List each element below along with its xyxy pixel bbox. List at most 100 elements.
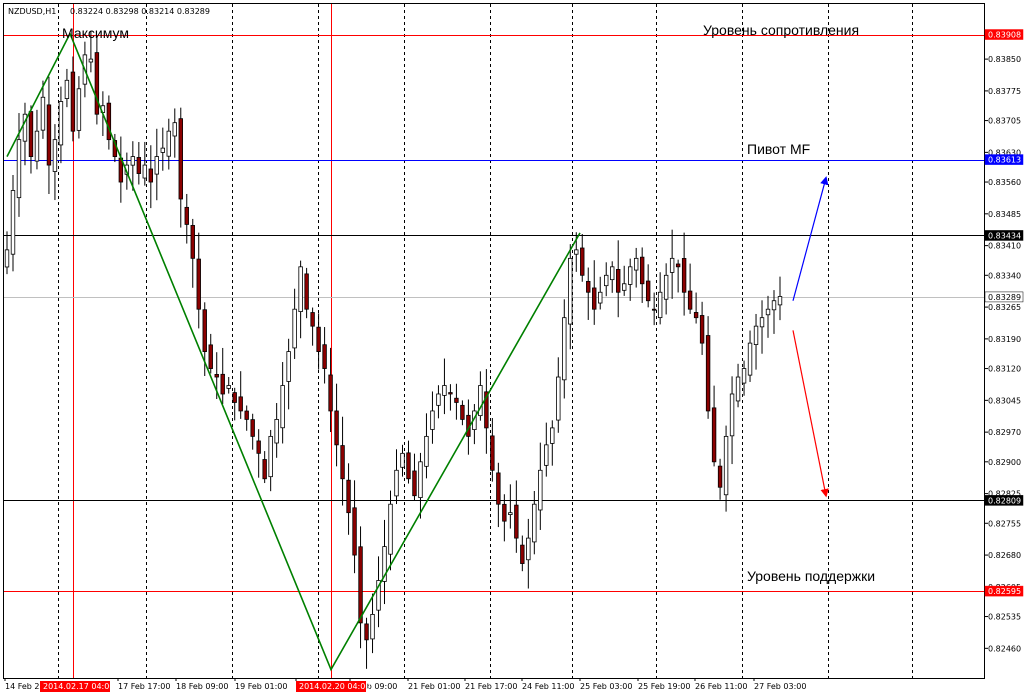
y-tick-label: 0.82680: [988, 551, 1021, 560]
x-tick-label: 21 Feb 17:00: [465, 682, 517, 691]
chart-header-symbol: NZDUSD,H1: [8, 7, 56, 16]
candle-bear: [460, 404, 465, 420]
candle-bear: [639, 256, 645, 285]
candle-bull: [771, 300, 777, 311]
candle-bull: [172, 122, 177, 137]
candle-bear: [681, 258, 687, 293]
x-tick-label: 14 Feb 2: [5, 682, 40, 691]
candle-bull: [394, 469, 399, 497]
candle-bull: [130, 156, 136, 166]
annotation-pivot: Пивот MF: [747, 141, 810, 157]
x-tick-label: 24 Feb 11:00: [522, 682, 574, 691]
y-tick-label: 0.83485: [988, 210, 1021, 219]
candle-bull: [166, 130, 171, 157]
candle-bull: [729, 393, 735, 437]
candle-bear: [328, 374, 333, 412]
candle-bear: [352, 507, 357, 556]
candle-bear: [310, 312, 315, 327]
candle-bear: [675, 263, 681, 268]
y-tick-label: 0.83120: [988, 365, 1021, 374]
candle-bull: [88, 58, 94, 63]
candle-bear: [717, 465, 723, 488]
candle-bull: [442, 385, 447, 396]
level-price-label: 0.82809: [988, 496, 1021, 505]
candle-bull: [4, 249, 10, 268]
x-tick-label: 19 Feb 01:00: [235, 682, 287, 691]
candle-bull: [64, 79, 70, 99]
level-price-label: 0.82595: [988, 587, 1021, 596]
marked-time-label: 2014.02.20 04:00: [299, 682, 370, 691]
y-tick-label: 0.82970: [988, 428, 1021, 437]
y-tick-label: 0.82900: [988, 458, 1021, 467]
candle-bear: [94, 52, 100, 115]
candle-bear: [693, 312, 699, 319]
y-tick-label: 0.83705: [988, 117, 1021, 126]
candle-bear: [454, 397, 459, 403]
y-tick-label: 0.82460: [988, 644, 1021, 653]
candle-bear: [334, 410, 339, 446]
y-tick-label: 0.83265: [988, 303, 1021, 312]
marked-time-label: 2014.02.17 04:00: [43, 682, 114, 691]
candle-bull: [226, 385, 231, 389]
chart-header-ohlc: 0.83224 0.83298 0.83214 0.83289: [70, 7, 210, 16]
candle-bear: [220, 373, 225, 395]
candle-bull: [292, 308, 297, 349]
y-tick-label: 0.83775: [988, 87, 1021, 96]
candle-bear: [616, 269, 621, 293]
candle-bear: [699, 315, 705, 344]
x-tick-label: 17 Feb 17:00: [118, 682, 170, 691]
candle-bear: [645, 280, 651, 302]
candle-bear: [364, 623, 369, 641]
candle-bear: [244, 410, 249, 420]
y-tick-label: 0.83190: [988, 335, 1021, 344]
y-tick-label: 0.83850: [988, 55, 1021, 64]
x-tick-label: 26 Feb 11:00: [695, 682, 747, 691]
candle-bear: [304, 273, 309, 310]
candle-bull: [741, 368, 747, 384]
candle-bear: [232, 392, 237, 403]
candle-bull: [532, 503, 537, 543]
candle-bull: [388, 503, 393, 555]
candle-bear: [340, 445, 345, 480]
candle-bear: [580, 247, 585, 276]
candle-bull: [604, 274, 609, 287]
candle-bull: [286, 351, 291, 382]
candle-bull: [759, 317, 765, 328]
y-tick-label: 0.82535: [988, 613, 1021, 622]
price-chart[interactable]: 0.838500.837750.837050.836300.835600.834…: [0, 0, 1024, 695]
candle-bull: [10, 190, 16, 255]
candle-bull: [508, 512, 513, 515]
candle-bull: [142, 164, 148, 179]
candle-bear: [316, 326, 321, 352]
candle-bear: [106, 102, 112, 141]
candle-bear: [502, 503, 507, 522]
y-tick-label: 0.83340: [988, 271, 1021, 280]
candle-bull: [424, 435, 429, 467]
candle-bear: [651, 308, 657, 311]
candle-bull: [16, 139, 22, 199]
y-tick-label: 0.83045: [988, 396, 1021, 405]
candle-bull: [627, 266, 633, 285]
candle-bull: [550, 427, 555, 444]
y-tick-label: 0.83410: [988, 242, 1021, 251]
candle-bull: [34, 130, 40, 162]
candle-bull: [154, 156, 160, 175]
candle-bear: [28, 111, 34, 158]
candle-bear: [256, 440, 261, 454]
y-tick-label: 0.82755: [988, 519, 1021, 528]
candle-bear: [705, 335, 711, 412]
candle-bull: [160, 147, 165, 153]
candle-bull: [735, 376, 741, 402]
candle-bull: [669, 257, 675, 273]
candle-bear: [262, 459, 267, 480]
candle-bull: [574, 249, 579, 255]
candle-bull: [562, 317, 567, 381]
candle-bull: [657, 291, 663, 319]
candle-bear: [514, 504, 519, 539]
y-tick-label: 0.83560: [988, 178, 1021, 187]
candle-bear: [322, 344, 327, 369]
candle-bull: [370, 614, 375, 640]
candle-bull: [268, 435, 273, 478]
candle-bull: [280, 385, 285, 429]
candle-bull: [568, 257, 573, 325]
